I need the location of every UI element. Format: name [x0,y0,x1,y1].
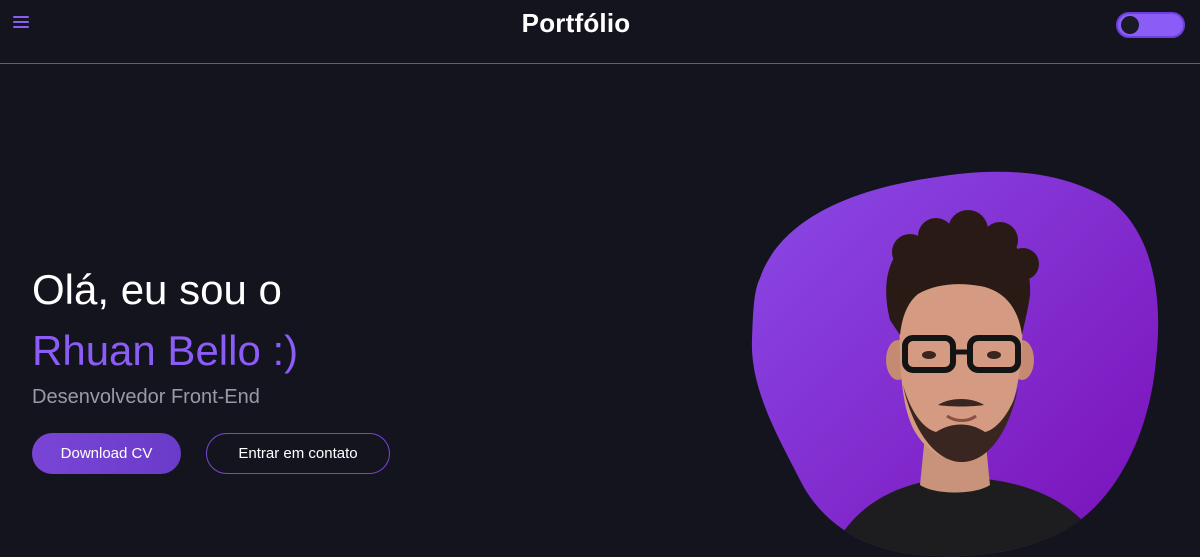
page-title[interactable]: Portfólio [0,8,1152,39]
theme-toggle-knob [1121,16,1139,34]
contact-button[interactable]: Entrar em contato [206,433,390,474]
portfolio-page: Portfólio Olá, eu sou o Rhuan Bello :) D… [0,0,1200,557]
hero-role: Desenvolvedor Front-End [32,386,260,408]
hero-greeting: Olá, eu sou o [32,266,282,313]
theme-toggle[interactable] [1116,12,1185,38]
top-header: Portfólio [0,0,1200,64]
profile-photo [751,171,1159,557]
hero-name: Rhuan Bello :) [32,327,299,374]
download-cv-button[interactable]: Download CV [32,433,181,474]
